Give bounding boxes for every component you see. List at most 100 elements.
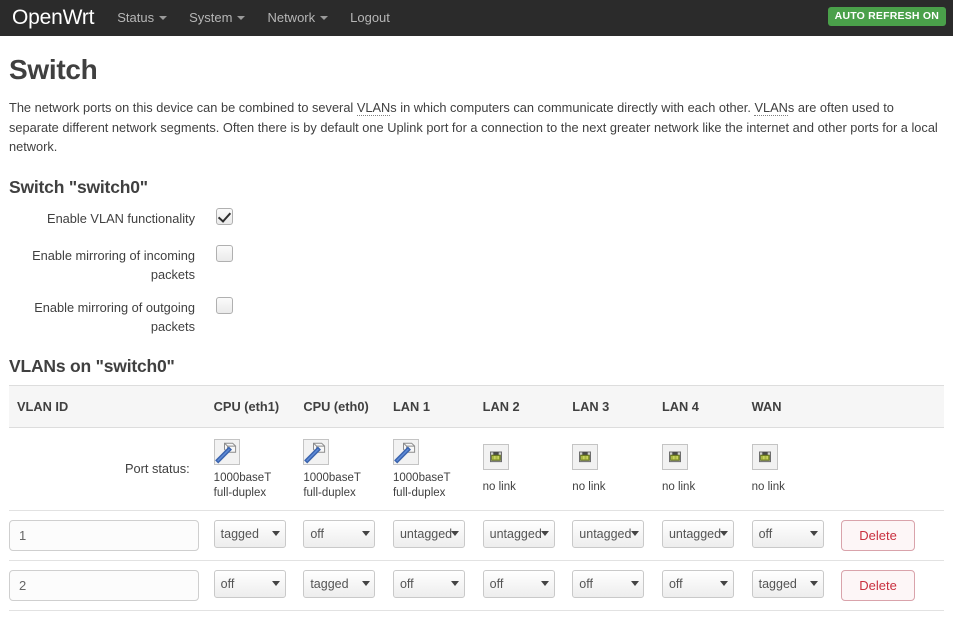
- table-row: tagged off untagged untagged untagged untagge…: [9, 510, 944, 561]
- port-select-value: off: [758, 526, 773, 541]
- col-header-lan2: LAN 2: [482, 384, 573, 428]
- enable-vlan-checkbox[interactable]: [216, 207, 233, 225]
- port-select-lan3-row0[interactable]: untagged: [572, 519, 645, 548]
- auto-refresh-badge[interactable]: AUTO REFRESH ON: [827, 7, 946, 26]
- vlan-actions-cell: Delete: [841, 560, 944, 611]
- nav-item-network[interactable]: Network: [256, 0, 339, 36]
- vlan-port-cell: tagged: [213, 510, 304, 561]
- port-select-cpu-eth0-row1[interactable]: tagged: [303, 569, 376, 598]
- port-select-lan2-row1[interactable]: off: [482, 569, 555, 598]
- mirror-outgoing-checkbox[interactable]: [216, 296, 233, 314]
- vlan-port-cell: off: [751, 510, 842, 561]
- enable-vlan-control: [195, 206, 233, 226]
- vlan-id-input-row0[interactable]: [9, 519, 199, 551]
- chevron-down-icon: [716, 521, 733, 547]
- port-select-lan2-row0[interactable]: untagged: [482, 519, 555, 548]
- vlan-port-cell: untagged: [572, 510, 662, 561]
- vlan-abbr: VLAN: [754, 100, 788, 116]
- col-header-vlan-id: VLAN ID: [9, 384, 214, 428]
- port-select-value: untagged: [489, 526, 542, 541]
- mirror-incoming-control: [195, 243, 233, 263]
- vlan-abbr: VLAN: [356, 100, 391, 116]
- port-status-cell: 1000baseT full-duplex: [392, 427, 483, 511]
- port-select-lan4-row1[interactable]: off: [661, 569, 734, 598]
- port-status-actions-cell: [841, 427, 944, 511]
- vlan-table-header-row: VLAN ID CPU (eth1) CPU (eth0) LAN 1 LAN …: [9, 384, 944, 428]
- ethernet-jack-nolink-icon: [661, 444, 688, 470]
- field-row-enable-vlan: Enable VLAN functionality: [9, 206, 944, 232]
- mirror-incoming-label: Enable mirroring of incoming packets: [32, 247, 195, 282]
- ethernet-plug-connected-icon: [303, 438, 330, 465]
- col-header-wan: WAN: [751, 384, 842, 428]
- chevron-down-icon: [537, 521, 554, 547]
- nav-item-system[interactable]: System: [178, 0, 256, 36]
- desc-text-1: The network ports on this device can be …: [9, 100, 357, 115]
- port-select-lan4-row0[interactable]: untagged: [661, 519, 734, 548]
- port-select-lan1-row0[interactable]: untagged: [392, 519, 465, 548]
- port-status-cell: no link: [482, 427, 573, 511]
- vlan-section-title: VLANs on "switch0": [9, 355, 175, 376]
- chevron-down-icon: [320, 16, 329, 20]
- port-status-label: Port status:: [9, 427, 214, 511]
- port-select-wan-row1[interactable]: tagged: [751, 569, 824, 598]
- port-select-lan1-row1[interactable]: off: [392, 569, 465, 598]
- page-description: The network ports on this device can be …: [9, 98, 944, 157]
- chevron-down-icon: [626, 521, 643, 547]
- port-select-cpu-eth0-row0[interactable]: off: [303, 519, 376, 548]
- port-select-value: untagged: [579, 526, 632, 541]
- vlan-table-body: Port status: 1000baseT full-duplex 1000base…: [9, 427, 944, 611]
- vlan-port-cell: off: [303, 510, 393, 561]
- port-status-cell: 1000baseT full-duplex: [303, 427, 393, 511]
- col-header-cpu-eth1: CPU (eth1): [213, 384, 304, 428]
- delete-vlan-button-row0[interactable]: Delete: [841, 519, 915, 551]
- vlan-port-cell: off: [572, 560, 662, 611]
- col-header-lan1: LAN 1: [392, 384, 483, 428]
- table-row: off tagged off off off off tagged Delete: [9, 560, 944, 611]
- col-header-lan4: LAN 4: [661, 384, 752, 428]
- port-select-lan3-row1[interactable]: off: [572, 569, 645, 598]
- port-select-wan-row0[interactable]: off: [751, 519, 824, 548]
- vlan-id-input-row1[interactable]: [9, 569, 199, 601]
- chevron-down-icon: [626, 571, 643, 597]
- enable-vlan-label: Enable VLAN functionality: [47, 210, 195, 226]
- vlan-port-cell: off: [213, 560, 304, 611]
- mirror-incoming-checkbox[interactable]: [216, 244, 233, 262]
- port-select-value: off: [579, 576, 593, 591]
- brand-logo[interactable]: OpenWrt: [10, 0, 106, 36]
- chevron-down-icon: [268, 521, 285, 547]
- port-select-value: off: [310, 526, 324, 541]
- chevron-down-icon: [716, 571, 733, 597]
- chevron-down-icon: [447, 521, 464, 547]
- col-header-actions: [841, 384, 944, 428]
- ethernet-jack-nolink-icon: [572, 444, 599, 470]
- port-select-cpu-eth1-row1[interactable]: off: [213, 569, 286, 598]
- nav-menu: Status System Network Logout: [106, 0, 401, 36]
- port-select-value: off: [399, 576, 414, 591]
- ethernet-jack-nolink-icon: [751, 444, 778, 470]
- port-select-value: off: [489, 576, 504, 591]
- port-select-value: tagged: [220, 526, 259, 541]
- port-select-value: tagged: [758, 576, 797, 591]
- vlan-port-cell: off: [661, 560, 752, 611]
- port-status-text: no link: [482, 481, 516, 493]
- nav-item-status[interactable]: Status: [106, 0, 178, 36]
- page-content: Switch The network ports on this device …: [0, 54, 953, 611]
- vlan-id-cell: [9, 560, 214, 611]
- col-header-cpu-eth0: CPU (eth0): [303, 384, 393, 428]
- nav-item-logout-label: Logout: [350, 10, 390, 25]
- field-row-mirror-incoming: Enable mirroring of incoming packets: [9, 243, 944, 284]
- mirror-outgoing-label: Enable mirroring of outgoing packets: [34, 299, 195, 334]
- nav-item-logout[interactable]: Logout: [339, 0, 401, 36]
- port-select-cpu-eth1-row0[interactable]: tagged: [213, 519, 286, 548]
- port-status-text: 1000baseT full-duplex: [213, 471, 272, 499]
- port-select-value: untagged: [668, 526, 722, 541]
- chevron-down-icon: [268, 571, 285, 597]
- top-navbar: OpenWrt Status System Network Logout AUT…: [0, 0, 953, 36]
- chevron-down-icon: [357, 571, 374, 597]
- vlan-port-cell: untagged: [482, 510, 573, 561]
- page-title: Switch: [9, 54, 98, 85]
- delete-vlan-button-row1[interactable]: Delete: [841, 569, 915, 601]
- port-status-text: 1000baseT full-duplex: [303, 471, 361, 499]
- chevron-down-icon: [447, 571, 464, 597]
- nav-item-status-label: Status: [117, 10, 155, 25]
